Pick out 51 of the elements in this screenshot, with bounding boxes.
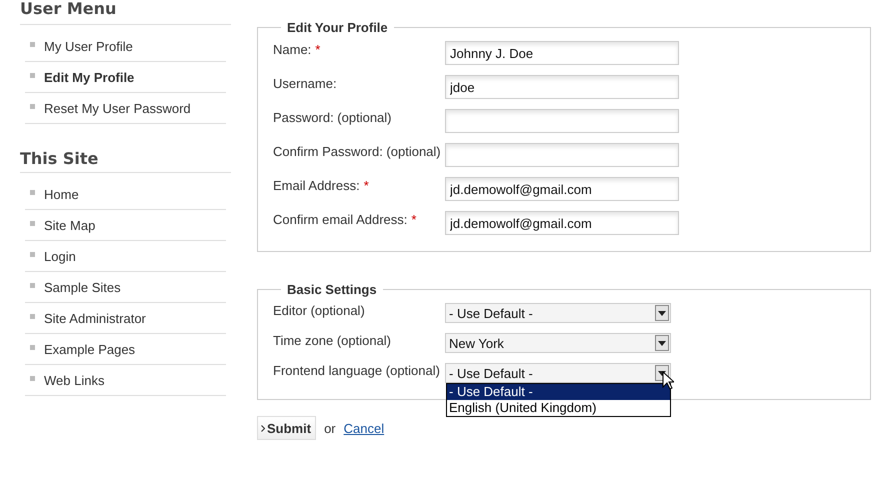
required-mark: * <box>411 212 416 227</box>
field-label: Confirm Password: (optional) <box>273 144 441 159</box>
sidebar-link[interactable]: Sample Sites <box>44 280 121 294</box>
input-field[interactable] <box>445 109 679 133</box>
sidebar-link[interactable]: Example Pages <box>44 342 136 356</box>
sidebar-link[interactable]: Web Links <box>44 372 104 388</box>
bullet-icon <box>30 376 35 380</box>
bullet-icon <box>30 72 35 78</box>
bullet-icon <box>30 314 35 318</box>
select-field[interactable]: - Use Default - <box>445 363 671 383</box>
select-field[interactable]: New York <box>445 333 671 353</box>
chevron-icon <box>261 424 265 432</box>
cancel-link[interactable]: Cancel <box>344 420 384 436</box>
required-mark: * <box>364 178 369 193</box>
field-label: Name: <box>273 42 312 57</box>
sidebar-link[interactable]: Site Map <box>44 218 96 232</box>
select-field[interactable]: - Use Default - <box>445 303 671 323</box>
sidebar-link[interactable]: Reset My User Password <box>44 100 191 116</box>
bullet-icon <box>30 42 35 46</box>
panel-legend: Edit Your Profile <box>281 20 394 35</box>
bullet-icon <box>30 104 35 108</box>
field-label: Password: (optional) <box>273 110 392 125</box>
dropdown-option[interactable]: English (United Kingdom) <box>447 400 670 416</box>
input-field[interactable]: jd.demowolf@gmail.com <box>445 177 679 201</box>
sidebar-link[interactable]: Home <box>44 186 79 202</box>
submit-button[interactable]: Submit <box>257 416 316 440</box>
sidebar-heading: This Site <box>20 146 231 173</box>
field-label: Frontend language (optional) <box>273 363 441 380</box>
sidebar-link[interactable]: Login <box>44 248 76 264</box>
field-label: Time zone (optional) <box>273 333 392 350</box>
input-field[interactable] <box>445 143 679 167</box>
required-mark: * <box>315 42 320 57</box>
sidebar-link[interactable]: Site Administrator <box>44 310 146 326</box>
bullet-icon <box>30 220 35 226</box>
sidebar-link[interactable]: My User Profile <box>44 38 133 54</box>
panel-legend: Basic Settings <box>281 282 383 297</box>
field-label: Confirm email Address: <box>273 212 408 227</box>
bullet-icon <box>30 190 35 194</box>
bullet-icon <box>30 344 35 350</box>
bullet-icon <box>30 252 35 256</box>
input-field[interactable]: jdoe <box>445 75 679 99</box>
field-label: Username: <box>273 76 337 91</box>
field-label: Email Address: <box>273 178 360 193</box>
input-field[interactable]: jd.demowolf@gmail.com <box>445 211 679 235</box>
or-text: or <box>324 420 336 436</box>
field-label: Editor (optional) <box>273 303 366 320</box>
dropdown-option[interactable]: - Use Default - <box>447 384 670 400</box>
bullet-icon <box>30 282 35 288</box>
sidebar-heading: User Menu <box>20 0 231 25</box>
sidebar-link[interactable]: Edit My Profile <box>44 70 134 84</box>
input-field[interactable]: Johnny J. Doe <box>445 41 679 65</box>
